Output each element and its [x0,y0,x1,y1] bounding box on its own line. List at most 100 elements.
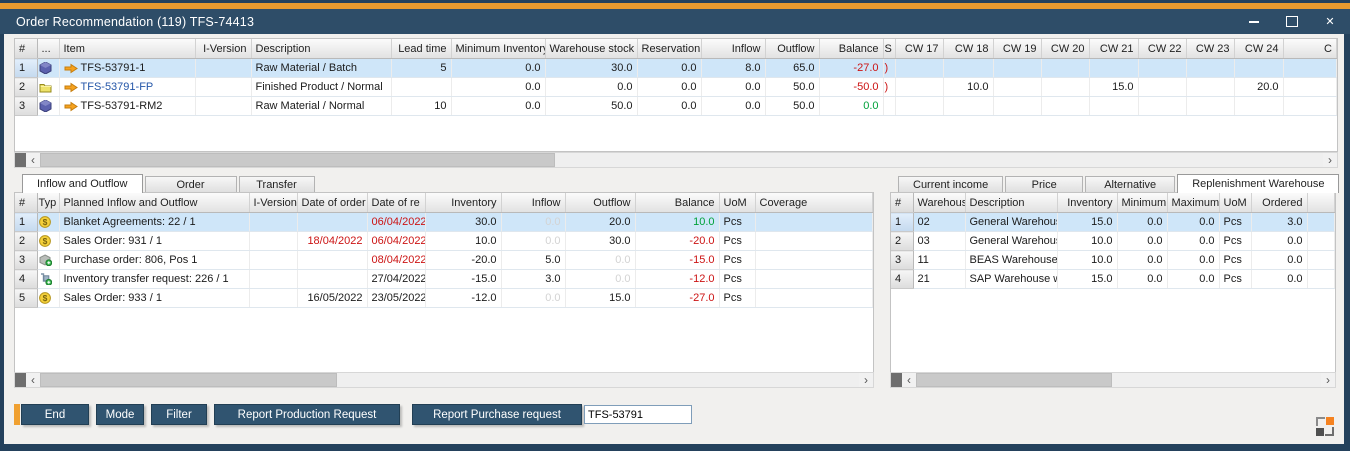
link-arrow-icon[interactable] [64,100,78,112]
col-planned[interactable]: Planned Inflow and Outflow [59,193,249,213]
col-balance[interactable]: Balance [635,193,719,213]
col-description[interactable]: Description [251,39,391,59]
end-button[interactable]: End [21,404,89,425]
minimize-button[interactable] [1246,14,1262,30]
col-date-order[interactable]: Date of order [297,193,367,213]
scrollbar-cap[interactable] [891,373,902,387]
title-bar[interactable]: Order Recommendation (119) TFS-74413 ✕ [0,9,1350,34]
col-min-inventory[interactable]: Minimum Inventory [451,39,545,59]
window-content: # ... Item I-Version Description Lead ti… [4,34,1344,444]
col-ordered[interactable]: Ordered [1251,193,1307,213]
col-item[interactable]: Item [59,39,195,59]
col-type[interactable]: Typ [37,193,59,213]
col-uom[interactable]: UoM [1219,193,1251,213]
col-inflow[interactable]: Inflow [701,39,765,59]
col-inventory[interactable]: Inventory [1057,193,1117,213]
transfer-request-icon [39,273,52,285]
tab-order[interactable]: Order [145,176,237,193]
tab-alternative[interactable]: Alternative [1085,176,1175,193]
report-production-request-button[interactable]: Report Production Request [214,404,400,425]
items-table: # ... Item I-Version Description Lead ti… [15,39,1337,116]
col-cw17[interactable]: CW 17 [895,39,943,59]
col-outflow[interactable]: Outflow [765,39,819,59]
resize-handle-icon[interactable] [1316,417,1336,436]
table-row: 2 03 General Warehouse 10.0 0.0 0.0 Pcs … [891,232,1335,251]
scrollbar-thumb[interactable] [40,153,555,167]
col-balance[interactable]: Balance [819,39,883,59]
tab-transfer[interactable]: Transfer [239,176,315,193]
col-cw25[interactable]: C [1283,39,1337,59]
link-arrow-icon[interactable] [64,81,78,93]
col-warehouse-stock[interactable]: Warehouse stock [545,39,637,59]
scroll-left-icon[interactable]: ‹ [26,373,40,387]
item-code: TFS-53791-RM2 [81,100,163,112]
col-inventory[interactable]: Inventory [425,193,501,213]
close-button[interactable]: ✕ [1322,14,1338,30]
replenishment-table: # Warehouse Description Inventory Minimu… [891,193,1335,289]
table-row: 1 TFS-53791-1 Raw Material / Batch 5 0.0… [15,59,1337,78]
scroll-left-icon[interactable]: ‹ [26,153,40,167]
scrollbar-cap[interactable] [15,373,26,387]
col-maximum[interactable]: Maximum [1167,193,1219,213]
col-reservation[interactable]: Reservation [637,39,701,59]
scroll-right-icon[interactable]: › [859,373,873,387]
report-purchase-request-button[interactable]: Report Purchase request [412,404,582,425]
col-warehouse[interactable]: Warehouse [913,193,965,213]
replenishment-grid: # Warehouse Description Inventory Minimu… [890,192,1336,373]
svg-text:$: $ [42,217,47,227]
col-cw19[interactable]: CW 19 [993,39,1041,59]
folder-icon [39,81,52,93]
filter-button[interactable]: Filter [151,404,207,425]
left-panel-hscrollbar[interactable]: ‹ › [14,372,874,388]
col-cw24[interactable]: CW 24 [1234,39,1283,59]
col-iversion[interactable]: I-Version [195,39,251,59]
col-uom[interactable]: UoM [719,193,755,213]
right-panel-tabs: Current income Price Alternative Repleni… [898,175,1341,193]
tab-replenishment-warehouse[interactable]: Replenishment Warehouse [1177,174,1339,193]
table-row: 3 Purchase order: 806, Pos 1 08/04/2022 … [15,251,873,270]
col-cw18[interactable]: CW 18 [943,39,993,59]
maximize-button[interactable] [1284,14,1300,30]
col-cw22[interactable]: CW 22 [1138,39,1186,59]
scroll-right-icon[interactable]: › [1323,153,1337,167]
tab-inflow-and-outflow[interactable]: Inflow and Outflow [22,174,143,193]
col-num[interactable]: # [891,193,913,213]
col-num[interactable]: # [15,39,37,59]
svg-text:$: $ [42,236,47,246]
mode-button[interactable]: Mode [96,404,144,425]
col-inflow[interactable]: Inflow [501,193,565,213]
scrollbar-thumb[interactable] [40,373,337,387]
left-panel-tabs: Inflow and Outflow Order Transfer [22,175,317,193]
items-hscrollbar[interactable]: ‹ › [14,152,1338,168]
col-clipped[interactable]: S [883,39,895,59]
tab-price[interactable]: Price [1005,176,1083,193]
col-dots[interactable]: ... [37,39,59,59]
minimize-icon [1249,21,1259,23]
scrollbar-thumb[interactable] [916,373,1112,387]
col-cw23[interactable]: CW 23 [1186,39,1234,59]
col-num[interactable]: # [15,193,37,213]
table-row: 1 02 General Warehouse 15.0 0.0 0.0 Pcs … [891,213,1335,232]
col-clipped[interactable] [1307,193,1335,213]
scroll-right-icon[interactable]: › [1321,373,1335,387]
col-iversion[interactable]: I-Version [249,193,297,213]
right-panel-hscrollbar[interactable]: ‹ › [890,372,1336,388]
col-description[interactable]: Description [965,193,1057,213]
col-coverage[interactable]: Coverage [755,193,873,213]
col-lead-time[interactable]: Lead time [391,39,451,59]
col-minimum[interactable]: Minimum [1117,193,1167,213]
scroll-left-icon[interactable]: ‹ [902,373,916,387]
col-outflow[interactable]: Outflow [565,193,635,213]
link-arrow-icon[interactable] [64,62,78,74]
col-date-rec[interactable]: Date of re [367,193,425,213]
col-cw21[interactable]: CW 21 [1089,39,1138,59]
col-cw20[interactable]: CW 20 [1041,39,1089,59]
item-code: TFS-53791-1 [81,62,146,74]
table-row: 1 $ Blanket Agreements: 22 / 1 06/04/202… [15,213,873,232]
inflow-outflow-grid: # Typ Planned Inflow and Outflow I-Versi… [14,192,874,373]
table-row: 3 11 BEAS Warehouse w 10.0 0.0 0.0 Pcs 0… [891,251,1335,270]
scrollbar-cap[interactable] [15,153,26,167]
tab-current-income[interactable]: Current income [898,176,1003,193]
item-filter-input[interactable] [584,405,692,424]
accent-bar [14,404,20,425]
